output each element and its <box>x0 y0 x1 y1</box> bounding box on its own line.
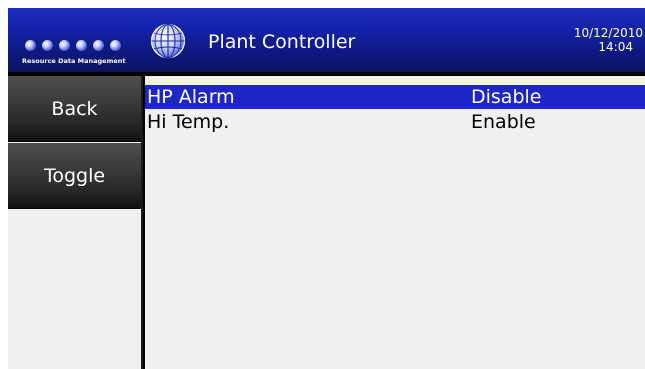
controller-screen: Resource Data Management Plant Controlle… <box>8 8 645 369</box>
company-logo: Resource Data Management <box>12 16 152 68</box>
app-title: Plant Controller <box>208 31 356 53</box>
row-value: Disable <box>471 86 542 108</box>
list-top-padding <box>145 76 645 85</box>
row-name: Hi Temp. <box>147 111 230 133</box>
row-name: HP Alarm <box>147 86 235 108</box>
list-row-hp-alarm[interactable]: HP Alarm Disable <box>145 85 645 109</box>
logo-dot <box>110 40 121 51</box>
back-button-label: Back <box>51 97 98 120</box>
logo-dot <box>59 40 70 51</box>
settings-list: HP Alarm Disable Hi Temp. Enable <box>145 85 645 369</box>
logo-dot <box>76 40 87 51</box>
logo-dots <box>25 40 121 51</box>
logo-dot <box>93 40 104 51</box>
sidebar: Back Toggle <box>8 76 143 369</box>
toggle-button[interactable]: Toggle <box>8 143 141 209</box>
toggle-button-label: Toggle <box>43 164 106 187</box>
logo-dot <box>42 40 53 51</box>
back-button[interactable]: Back <box>8 76 141 142</box>
globe-icon <box>150 23 186 59</box>
logo-text: Resource Data Management <box>22 57 126 65</box>
row-value: Enable <box>471 111 536 133</box>
time-label: 14:04 <box>598 40 633 54</box>
list-row-hi-temp[interactable]: Hi Temp. Enable <box>145 110 645 134</box>
header-bar: Resource Data Management Plant Controlle… <box>8 8 645 72</box>
date-label: 10/12/2010 <box>573 26 643 40</box>
datetime-display: 10/12/2010 14:04 <box>553 26 643 54</box>
logo-dot <box>25 40 36 51</box>
